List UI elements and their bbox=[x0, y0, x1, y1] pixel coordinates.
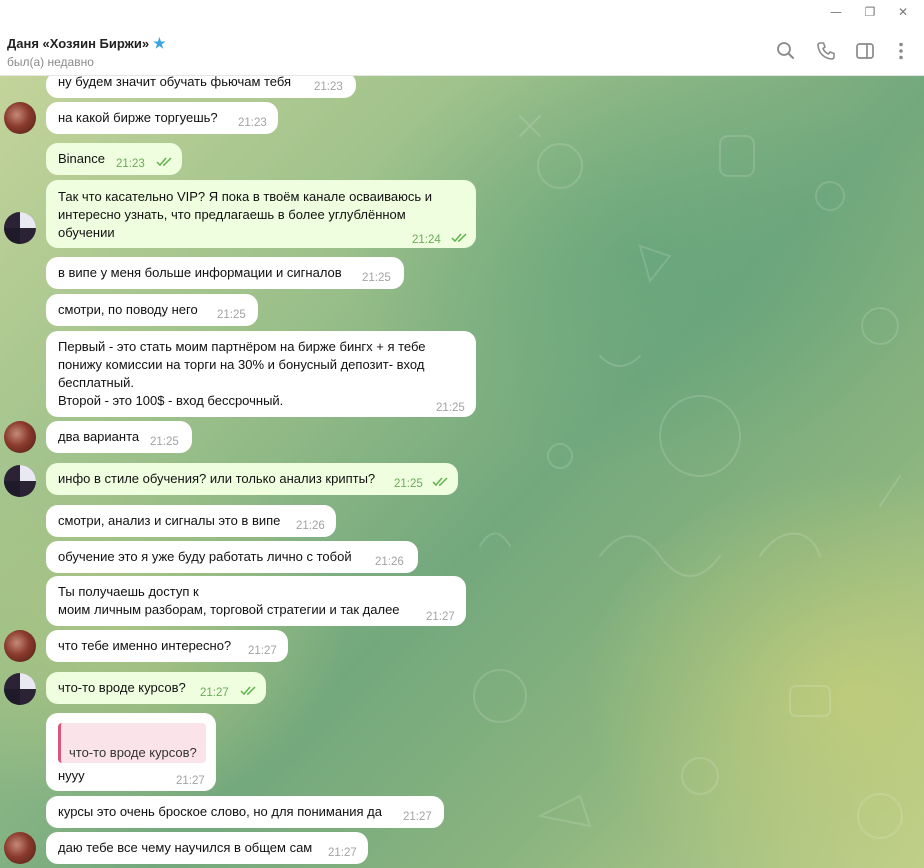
message-bubble[interactable]: что-то вроде курсов? нууу 21:27 bbox=[46, 713, 216, 791]
message-time: 21:23 bbox=[116, 158, 145, 170]
message-text: обучение это я уже буду работать лично с… bbox=[58, 549, 352, 564]
message-bubble[interactable]: обучение это я уже буду работать лично с… bbox=[46, 541, 418, 573]
message-bubble[interactable]: даю тебе все чему научился в общем сам 2… bbox=[46, 832, 368, 864]
read-ticks-icon bbox=[156, 157, 172, 167]
message-bubble[interactable]: Ты получаешь доступ к моим личным разбор… bbox=[46, 576, 466, 626]
avatar[interactable] bbox=[4, 102, 36, 134]
avatar[interactable] bbox=[4, 832, 36, 864]
message-time: 21:23 bbox=[238, 117, 267, 129]
message-time: 21:27 bbox=[200, 687, 229, 699]
message-time: 21:27 bbox=[426, 611, 455, 623]
message-time: 21:26 bbox=[375, 556, 404, 568]
message-time: 21:27 bbox=[248, 645, 277, 657]
message-time: 21:27 bbox=[176, 775, 205, 787]
avatar[interactable] bbox=[4, 465, 36, 497]
message-text-line: Так что касательно VIP? Я пока в твоём к… bbox=[58, 189, 432, 204]
call-icon[interactable] bbox=[815, 40, 837, 62]
message-time: 21:26 bbox=[296, 520, 325, 532]
chat-header: Даня «Хозяин Биржи» ★ был(а) недавно bbox=[0, 24, 924, 76]
search-icon[interactable] bbox=[775, 40, 797, 62]
minimize-button[interactable]: — bbox=[826, 3, 846, 21]
message-text: инфо в стиле обучения? или только анализ… bbox=[58, 471, 376, 486]
message-time: 21:25 bbox=[362, 272, 391, 284]
message-time: 21:25 bbox=[436, 402, 465, 414]
message-text: два варианта bbox=[58, 429, 140, 444]
chat-area[interactable]: ну будем значит обучать фьючам тебя 21:2… bbox=[0, 76, 924, 868]
message-text-line: бесплатный. bbox=[58, 375, 134, 390]
message-text-line: Ты получаешь доступ к bbox=[58, 584, 199, 599]
sidebar-toggle-icon[interactable] bbox=[854, 40, 876, 62]
avatar[interactable] bbox=[4, 421, 36, 453]
message-time: 21:24 bbox=[412, 234, 441, 246]
message-text-line: обучении bbox=[58, 225, 115, 240]
message-text: ну будем значит обучать фьючам тебя bbox=[58, 76, 292, 89]
message-time: 21:25 bbox=[217, 309, 246, 321]
reply-quote[interactable]: что-то вроде курсов? bbox=[58, 723, 206, 763]
message-time: 21:25 bbox=[394, 478, 423, 490]
message-bubble[interactable]: ну будем значит обучать фьючам тебя 21:2… bbox=[46, 76, 356, 98]
avatar[interactable] bbox=[4, 673, 36, 705]
window-titlebar: — ❐ ✕ bbox=[0, 0, 924, 24]
message-text: даю тебе все чему научился в общем сам bbox=[58, 840, 313, 855]
message-bubble[interactable]: что тебе именно интересно? 21:27 bbox=[46, 630, 288, 662]
contact-status: был(а) недавно bbox=[7, 55, 94, 69]
message-time: 21:23 bbox=[314, 81, 343, 93]
contact-name-label: Даня «Хозяин Биржи» bbox=[7, 36, 150, 51]
close-button[interactable]: ✕ bbox=[893, 3, 913, 21]
more-icon[interactable] bbox=[890, 40, 912, 62]
message-bubble[interactable]: курсы это очень броское слово, но для по… bbox=[46, 796, 444, 828]
message-text: курсы это очень броское слово, но для по… bbox=[58, 804, 382, 819]
message-text: что тебе именно интересно? bbox=[58, 638, 232, 653]
message-text: на какой бирже торгуешь? bbox=[58, 110, 218, 125]
message-text-line: моим личным разборам, торговой стратегии… bbox=[58, 602, 400, 617]
message-bubble[interactable]: Binance 21:23 bbox=[46, 143, 182, 175]
message-bubble[interactable]: смотри, по поводу него 21:25 bbox=[46, 294, 258, 326]
message-text: в випе у меня больше информации и сигнал… bbox=[58, 265, 342, 280]
message-bubble[interactable]: смотри, анализ и сигналы это в випе 21:2… bbox=[46, 505, 336, 537]
message-bubble[interactable]: Первый - это стать моим партнёром на бир… bbox=[46, 331, 476, 417]
contact-name[interactable]: Даня «Хозяин Биржи» ★ bbox=[7, 35, 166, 52]
restore-button[interactable]: ❐ bbox=[860, 3, 880, 21]
reply-quote-text: что-то вроде курсов? bbox=[69, 745, 197, 760]
avatar[interactable] bbox=[4, 212, 36, 244]
message-text: что-то вроде курсов? bbox=[58, 680, 186, 695]
message-text: смотри, по поводу него bbox=[58, 302, 198, 317]
message-time: 21:27 bbox=[403, 811, 432, 823]
message-bubble[interactable]: на какой бирже торгуешь? 21:23 bbox=[46, 102, 278, 134]
message-time: 21:25 bbox=[150, 436, 179, 448]
read-ticks-icon bbox=[432, 477, 448, 487]
message-text: Binance bbox=[58, 151, 105, 166]
message-bubble[interactable]: два варианта 21:25 bbox=[46, 421, 192, 453]
message-bubble[interactable]: в випе у меня больше информации и сигнал… bbox=[46, 257, 404, 289]
message-text-line: Первый - это стать моим партнёром на бир… bbox=[58, 339, 426, 354]
message-time: 21:27 bbox=[328, 847, 357, 859]
message-text-line: интересно узнать, что предлагаешь в боле… bbox=[58, 207, 406, 222]
message-text: нууу bbox=[58, 768, 85, 783]
avatar[interactable] bbox=[4, 630, 36, 662]
message-bubble[interactable]: что-то вроде курсов? 21:27 bbox=[46, 672, 266, 704]
message-text: смотри, анализ и сигналы это в випе bbox=[58, 513, 281, 528]
message-bubble[interactable]: инфо в стиле обучения? или только анализ… bbox=[46, 463, 458, 495]
read-ticks-icon bbox=[240, 686, 256, 696]
message-text-line: Второй - это 100$ - вход бессрочный. bbox=[58, 393, 284, 408]
message-text-line: понижу комиссии на торги на 30% и бонусн… bbox=[58, 357, 425, 372]
verified-star-icon: ★ bbox=[153, 35, 166, 51]
message-bubble[interactable]: Так что касательно VIP? Я пока в твоём к… bbox=[46, 180, 476, 248]
read-ticks-icon bbox=[451, 233, 467, 243]
